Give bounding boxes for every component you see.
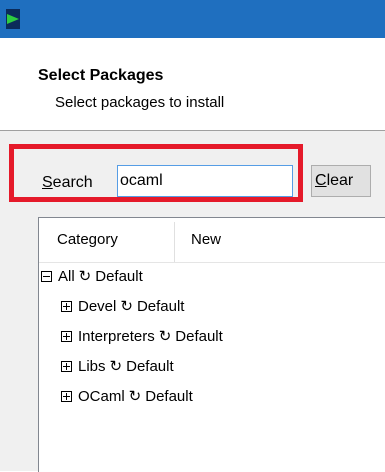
clear-label-rest: lear [326, 172, 354, 189]
tree-row-libs[interactable]: Libs ↻ Default [61, 354, 174, 378]
cycle-icon[interactable]: ↻ [159, 327, 172, 345]
cycle-icon[interactable]: ↻ [129, 387, 142, 405]
expand-icon[interactable] [61, 300, 72, 312]
category-name: All [58, 267, 75, 285]
tree-row-all[interactable]: All ↻ Default [41, 264, 143, 288]
cycle-icon[interactable]: ↻ [120, 297, 133, 315]
column-header-new[interactable]: New [191, 218, 221, 262]
page-title: Select Packages [38, 67, 164, 84]
install-state: Default [95, 267, 143, 285]
category-name: Devel [78, 297, 117, 315]
window-titlebar [0, 0, 385, 38]
install-state: Default [175, 327, 223, 345]
install-state: Default [136, 297, 185, 315]
collapse-icon[interactable] [41, 270, 52, 282]
tree-row-ocaml[interactable]: OCaml ↻ Default [61, 384, 193, 408]
expand-icon[interactable] [61, 330, 72, 342]
column-header-category[interactable]: Category [57, 218, 118, 262]
clear-label-mnemonic: C [315, 172, 327, 189]
expand-icon[interactable] [61, 360, 72, 372]
expand-icon[interactable] [61, 390, 72, 402]
setup-app-icon [4, 6, 22, 32]
cycle-icon[interactable]: ↻ [110, 357, 123, 375]
install-state: Default [126, 357, 174, 375]
header-bottom-line [39, 262, 385, 263]
column-divider[interactable] [174, 222, 175, 262]
search-highlight-box [9, 144, 303, 202]
install-state: Default [145, 387, 193, 405]
tree-row-devel[interactable]: Devel ↻ Default [61, 294, 184, 318]
page-subtitle: Select packages to install [55, 94, 225, 111]
package-tree-panel[interactable]: Category New All ↻ Default Devel ↻ Defau… [38, 217, 385, 472]
cycle-icon[interactable]: ↻ [79, 267, 92, 285]
category-name: Libs [78, 357, 106, 375]
category-name: Interpreters [78, 327, 155, 345]
header-divider [0, 130, 385, 131]
clear-button[interactable]: Clear [311, 165, 371, 197]
category-name: OCaml [78, 387, 125, 405]
tree-row-interpreters[interactable]: Interpreters ↻ Default [61, 324, 223, 348]
